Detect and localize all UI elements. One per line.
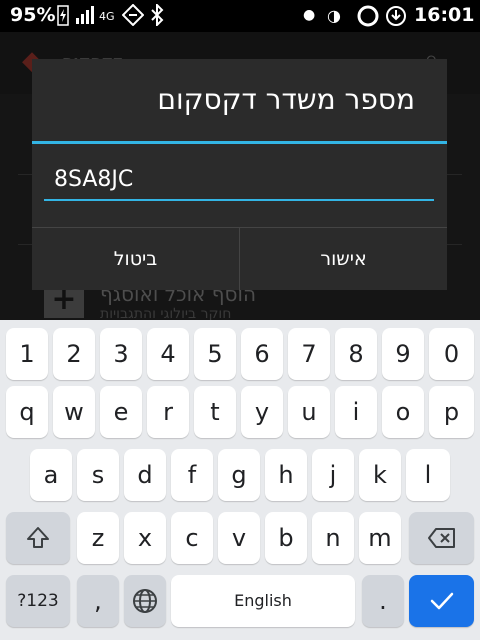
- backspace-icon: [427, 526, 457, 550]
- key-b[interactable]: b: [265, 512, 307, 564]
- key-u[interactable]: u: [288, 386, 330, 438]
- cancel-button[interactable]: ביטול: [32, 228, 239, 291]
- period-key[interactable]: .: [362, 575, 404, 627]
- comma-key[interactable]: ,: [77, 575, 119, 627]
- shift-icon: [25, 525, 51, 551]
- key-7[interactable]: 7: [288, 328, 330, 380]
- key-i[interactable]: i: [335, 386, 377, 438]
- key-m[interactable]: m: [359, 512, 401, 564]
- notification-dot-icon: ●: [303, 7, 316, 23]
- key-e[interactable]: e: [100, 386, 142, 438]
- key-r[interactable]: r: [147, 386, 189, 438]
- key-2[interactable]: 2: [53, 328, 95, 380]
- status-bar: 95% 4G ● ◑ 16:01: [0, 0, 480, 32]
- key-5[interactable]: 5: [194, 328, 236, 380]
- key-j[interactable]: j: [312, 449, 354, 501]
- shift-key[interactable]: [6, 512, 70, 564]
- battery-percentage: 95%: [10, 4, 56, 26]
- symbols-key[interactable]: ?123: [6, 575, 70, 627]
- key-q[interactable]: q: [6, 386, 48, 438]
- ok-button[interactable]: אישור: [240, 228, 447, 291]
- sync-circle-icon: [356, 4, 380, 28]
- key-p[interactable]: p: [429, 386, 474, 438]
- key-f[interactable]: f: [171, 449, 213, 501]
- key-c[interactable]: c: [171, 512, 213, 564]
- backspace-key[interactable]: [409, 512, 474, 564]
- dialog-title-divider: [32, 141, 447, 144]
- contrast-icon: ◑: [327, 6, 341, 25]
- dialog-title: מספר משדר דקסקום: [157, 83, 415, 116]
- globe-icon: [132, 588, 158, 614]
- on-screen-keyboard: 1 2 3 4 5 6 7 8 9 0 q w e r t y u i o p …: [0, 320, 480, 640]
- language-key[interactable]: [124, 575, 166, 627]
- transmitter-id-input[interactable]: [44, 159, 434, 201]
- key-h[interactable]: h: [265, 449, 307, 501]
- key-a[interactable]: a: [30, 449, 72, 501]
- key-3[interactable]: 3: [100, 328, 142, 380]
- clock: 16:01: [414, 4, 475, 26]
- key-s[interactable]: s: [77, 449, 119, 501]
- network-type-label: 4G: [99, 10, 115, 23]
- checkmark-icon: [429, 590, 455, 612]
- data-saver-icon: [384, 4, 408, 28]
- key-d[interactable]: d: [124, 449, 166, 501]
- key-0[interactable]: 0: [429, 328, 474, 380]
- battery-charging-icon: [57, 4, 69, 26]
- key-v[interactable]: v: [218, 512, 260, 564]
- key-n[interactable]: n: [312, 512, 354, 564]
- key-l[interactable]: l: [406, 449, 450, 501]
- key-k[interactable]: k: [359, 449, 401, 501]
- key-8[interactable]: 8: [335, 328, 377, 380]
- key-o[interactable]: o: [382, 386, 424, 438]
- key-y[interactable]: y: [241, 386, 283, 438]
- key-9[interactable]: 9: [382, 328, 424, 380]
- dialog-button-bar: ביטול אישור: [32, 227, 447, 291]
- done-key[interactable]: [409, 575, 474, 627]
- key-1[interactable]: 1: [6, 328, 48, 380]
- space-bar[interactable]: English: [171, 575, 355, 627]
- data-sync-icon: [122, 4, 144, 26]
- key-g[interactable]: g: [218, 449, 260, 501]
- key-x[interactable]: x: [124, 512, 166, 564]
- key-4[interactable]: 4: [147, 328, 189, 380]
- bluetooth-icon: [150, 4, 164, 26]
- transmitter-id-dialog: מספר משדר דקסקום ביטול אישור: [32, 59, 447, 291]
- key-t[interactable]: t: [194, 386, 236, 438]
- key-w[interactable]: w: [53, 386, 95, 438]
- key-z[interactable]: z: [77, 512, 119, 564]
- key-6[interactable]: 6: [241, 328, 283, 380]
- signal-strength-icon: [76, 4, 98, 24]
